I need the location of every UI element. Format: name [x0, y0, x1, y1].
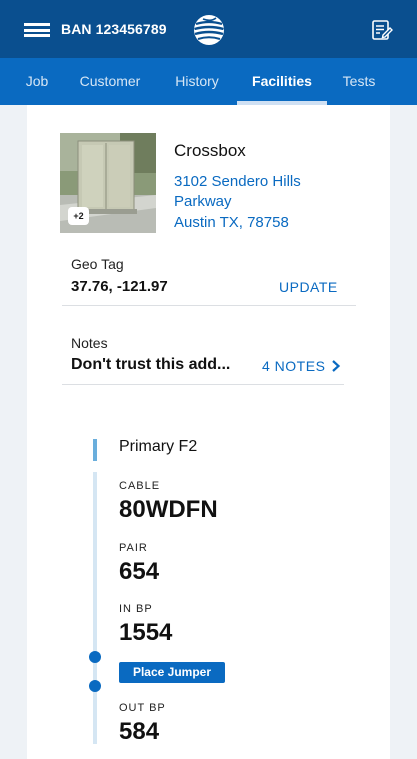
ban-number: BAN 123456789 [61, 21, 167, 37]
site-name: Crossbox [174, 141, 246, 160]
in-bp-value: 1554 [119, 619, 173, 646]
chevron-right-icon [332, 360, 340, 372]
out-bp-value: 584 [119, 718, 160, 745]
geo-tag-label: Geo Tag [71, 256, 124, 272]
att-globe-logo [194, 15, 224, 45]
out-bp-label: OUT BP [119, 702, 166, 714]
notes-preview: Don't trust this add... [71, 356, 231, 373]
divider [62, 305, 356, 306]
place-jumper-button[interactable]: Place Jumper [119, 662, 225, 683]
tab-tests[interactable]: Tests [333, 58, 385, 105]
divider [62, 384, 344, 385]
timeline-dot [89, 680, 101, 692]
photo-count-badge[interactable]: +2 [68, 207, 89, 225]
geo-tag-value: 37.76, -121.97 [71, 278, 168, 295]
notes-count-label: 4 NOTES [262, 358, 326, 374]
notes-label: Notes [71, 335, 108, 351]
update-geo-button[interactable]: UPDATE [279, 279, 338, 295]
pair-value: 654 [119, 558, 160, 585]
tab-facilities[interactable]: Facilities [237, 58, 327, 105]
cable-value: 80WDFN [119, 496, 218, 523]
tab-bar: Job Customer History Facilities Tests [0, 58, 417, 105]
notes-edit-icon[interactable] [371, 19, 393, 41]
section-marker [93, 439, 97, 461]
address-line-3[interactable]: Austin TX, 78758 [174, 214, 289, 231]
tab-history[interactable]: History [162, 58, 232, 105]
address-line-1[interactable]: 3102 Sendero Hills [174, 173, 301, 190]
hamburger-menu-icon[interactable] [24, 23, 50, 37]
in-bp-label: IN BP [119, 603, 153, 615]
top-app-bar: BAN 123456789 [0, 0, 417, 58]
pair-label: PAIR [119, 542, 148, 554]
address-line-2[interactable]: Parkway [174, 193, 232, 210]
cable-label: CABLE [119, 480, 161, 492]
timeline-line [93, 472, 97, 744]
notes-count-link[interactable]: 4 NOTES [262, 358, 341, 374]
tab-customer[interactable]: Customer [70, 58, 150, 105]
timeline-dot [89, 651, 101, 663]
tab-job[interactable]: Job [14, 58, 60, 105]
facility-title: Primary F2 [119, 438, 198, 455]
